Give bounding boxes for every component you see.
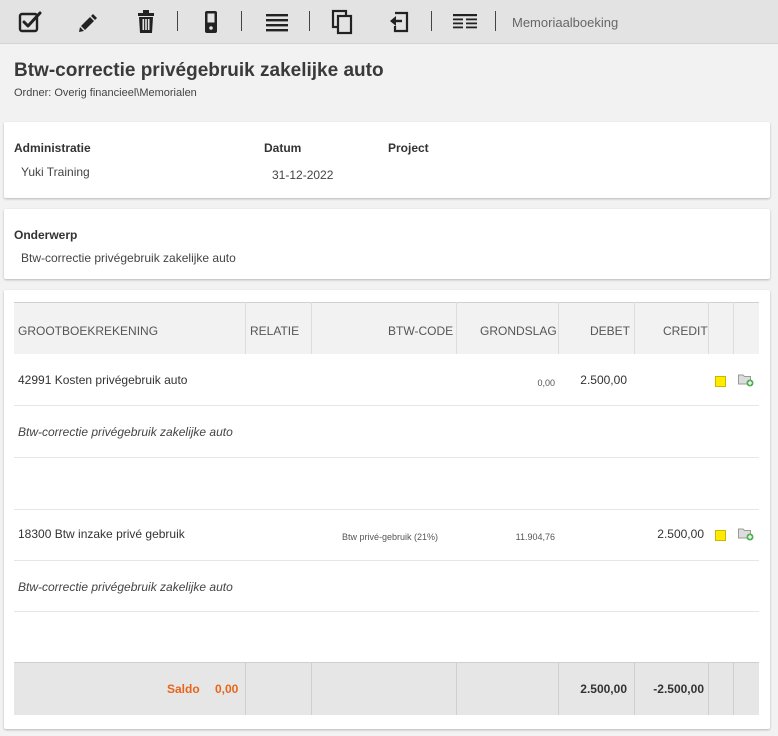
- administratie-value: Yuki Training: [21, 165, 90, 179]
- col-grootboekrekening: GROOTBOEKREKENING: [18, 324, 159, 338]
- table-header: GROOTBOEKREKENING RELATIE BTW-CODE GROND…: [14, 302, 759, 354]
- row1-description[interactable]: Btw-correctie privégebruik zakelijke aut…: [18, 425, 233, 439]
- debet-total: 2.500,00: [580, 682, 627, 696]
- onderwerp-value: Btw-correctie privégebruik zakelijke aut…: [21, 251, 236, 265]
- row2-credit: 2.500,00: [657, 527, 704, 541]
- col-divider: [708, 662, 709, 715]
- row-divider: [14, 560, 759, 561]
- info-card: Administratie Yuki Training Datum 31-12-…: [4, 122, 770, 198]
- col-divider: [311, 662, 312, 715]
- yellow-flag-icon[interactable]: [715, 376, 726, 387]
- toolbar-divider: [241, 11, 242, 31]
- row1-debet: 2.500,00: [580, 373, 627, 387]
- journal-lines-card: GROOTBOEKREKENING RELATIE BTW-CODE GROND…: [4, 290, 770, 729]
- row-divider: [14, 457, 759, 458]
- saldo-label: Saldo: [167, 682, 200, 696]
- col-divider: [733, 302, 734, 354]
- project-label: Project: [388, 141, 429, 155]
- col-divider: [708, 302, 709, 354]
- yellow-flag-icon[interactable]: [715, 530, 726, 541]
- folder-add-icon[interactable]: [738, 373, 754, 387]
- row2-account[interactable]: 18300 Btw inzake privé gebruik: [18, 527, 185, 541]
- row2-btwcode: Btw privé-gebruik (21%): [342, 532, 439, 542]
- trash-icon[interactable]: [132, 8, 160, 36]
- datum-label: Datum: [264, 141, 302, 155]
- reverse-icon[interactable]: [386, 8, 414, 36]
- text-columns-icon[interactable]: [451, 8, 479, 36]
- document-type-label: Memoriaalboeking: [512, 15, 619, 30]
- toolbar-divider: [431, 11, 432, 31]
- row-divider: [14, 405, 759, 406]
- col-divider: [245, 662, 246, 715]
- toolbar: Memoriaalboeking: [0, 0, 778, 44]
- checkbox-check-icon[interactable]: [16, 8, 44, 36]
- folder-add-icon[interactable]: [738, 527, 754, 541]
- pencil-icon[interactable]: [74, 8, 102, 36]
- col-relatie: RELATIE: [250, 324, 300, 338]
- row1-grondslag: 0,00: [537, 378, 555, 388]
- toolbar-divider: [177, 11, 178, 31]
- table-footer: Saldo 0,00 2.500,00 -2.500,00: [14, 662, 759, 715]
- col-debet: DEBET: [590, 324, 631, 338]
- col-divider: [245, 302, 246, 354]
- subject-card: Onderwerp Btw-correctie privégebruik zak…: [4, 209, 770, 279]
- administratie-label: Administratie: [14, 141, 91, 155]
- toolbar-divider: [495, 11, 496, 31]
- col-divider: [558, 662, 559, 715]
- credit-total: -2.500,00: [653, 682, 704, 696]
- row2-grondslag: 11.904,76: [515, 532, 555, 542]
- copy-icon[interactable]: [328, 8, 356, 36]
- toolbar-divider: [309, 11, 310, 31]
- col-credit: CREDIT: [663, 324, 708, 338]
- datum-value: 31-12-2022: [272, 168, 334, 182]
- page-title: Btw-correctie privégebruik zakelijke aut…: [14, 60, 384, 81]
- phone-icon[interactable]: [197, 8, 225, 36]
- col-divider: [311, 302, 312, 354]
- row-divider: [14, 611, 759, 612]
- col-divider: [456, 302, 457, 354]
- col-divider: [456, 662, 457, 715]
- col-divider: [634, 662, 635, 715]
- col-grondslag: GRONDSLAG: [480, 324, 557, 338]
- folder-path: Ordner: Overig financieel\Memorialen: [14, 87, 197, 99]
- col-divider: [733, 662, 734, 715]
- row1-account[interactable]: 42991 Kosten privégebruik auto: [18, 373, 187, 387]
- list-lines-icon[interactable]: [263, 8, 291, 36]
- col-divider: [558, 302, 559, 354]
- col-btwcode: BTW-CODE: [388, 324, 454, 338]
- row-divider: [14, 509, 759, 510]
- saldo-value: 0,00: [215, 682, 239, 696]
- col-divider: [634, 302, 635, 354]
- row2-description[interactable]: Btw-correctie privégebruik zakelijke aut…: [18, 580, 233, 594]
- onderwerp-label: Onderwerp: [14, 228, 78, 242]
